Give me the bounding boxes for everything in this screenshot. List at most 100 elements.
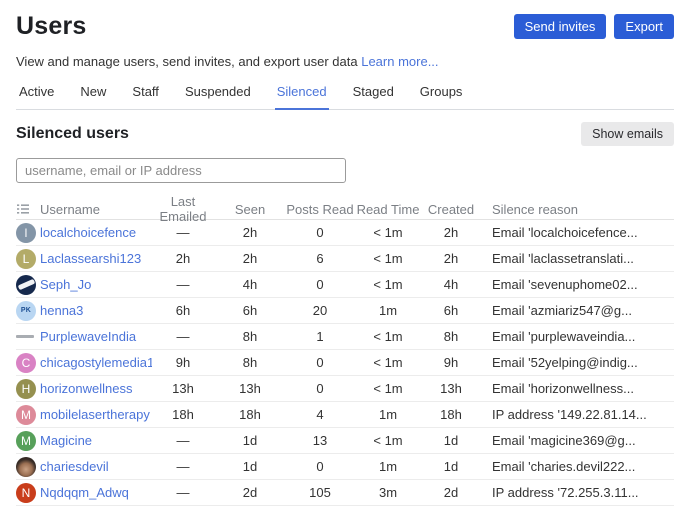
posts-read-cell: 105 [286, 485, 354, 500]
silence-reason-cell: Email 'azmiariz547@g... [480, 303, 674, 318]
table-row: Mmobilelasertherapy18h18h41m18hIP addres… [16, 402, 674, 428]
created-cell: 13h [422, 381, 480, 396]
tab-new[interactable]: New [78, 82, 108, 110]
table-row: Cchicagostylemedia19h8h0< 1m9hEmail '52y… [16, 350, 674, 376]
export-button[interactable]: Export [614, 14, 674, 39]
username-link[interactable]: chariesdevil [40, 459, 109, 474]
learn-more-link[interactable]: Learn more... [361, 54, 438, 69]
username-link[interactable]: Laclassearshi123 [40, 251, 141, 266]
created-cell: 2h [422, 251, 480, 266]
seen-cell: 2h [214, 251, 286, 266]
avatar-cell: H [16, 379, 40, 399]
username-link[interactable]: henna3 [40, 303, 83, 318]
description-text: View and manage users, send invites, and… [16, 54, 358, 69]
created-cell: 6h [422, 303, 480, 318]
posts-read-cell: 0 [286, 459, 354, 474]
silence-reason-cell: IP address '72.255.3.11... [480, 485, 674, 500]
read-time-cell: < 1m [354, 329, 422, 344]
last-emailed-cell: 13h [152, 381, 214, 396]
show-emails-button[interactable]: Show emails [581, 122, 674, 146]
user-avatar: N [16, 483, 36, 503]
users-admin-page: Users Send invites Export View and manag… [0, 0, 690, 506]
seen-cell: 4h [214, 277, 286, 292]
silence-reason-cell: Email 'purplewaveindia... [480, 329, 674, 344]
created-cell: 4h [422, 277, 480, 292]
list-icon [16, 202, 40, 216]
last-emailed-cell: — [152, 277, 214, 292]
silence-reason-cell: Email 'localchoicefence... [480, 225, 674, 240]
table-body: llocalchoicefence—2h0< 1m2hEmail 'localc… [16, 220, 674, 506]
send-invites-button[interactable]: Send invites [514, 14, 607, 39]
table-row: PKhenna36h6h201m6hEmail 'azmiariz547@g..… [16, 298, 674, 324]
created-cell: 1d [422, 459, 480, 474]
seen-cell: 6h [214, 303, 286, 318]
avatar-cell: M [16, 431, 40, 451]
table-row: llocalchoicefence—2h0< 1m2hEmail 'localc… [16, 220, 674, 246]
column-header-created[interactable]: Created [422, 202, 480, 217]
created-cell: 18h [422, 407, 480, 422]
username-link[interactable]: Seph_Jo [40, 277, 91, 292]
username-link[interactable]: horizonwellness [40, 381, 133, 396]
username-link[interactable]: PurplewaveIndia [40, 329, 136, 344]
username-cell: chariesdevil [40, 459, 152, 474]
posts-read-cell: 0 [286, 355, 354, 370]
read-time-cell: < 1m [354, 381, 422, 396]
username-link[interactable]: mobilelasertherapy [40, 407, 150, 422]
read-time-cell: < 1m [354, 433, 422, 448]
posts-read-cell: 0 [286, 277, 354, 292]
user-filter-input[interactable] [16, 158, 346, 183]
user-avatar: PK [16, 301, 36, 321]
posts-read-cell: 20 [286, 303, 354, 318]
read-time-cell: < 1m [354, 225, 422, 240]
read-time-cell: 1m [354, 459, 422, 474]
column-header-read-time[interactable]: Read Time [354, 202, 422, 217]
column-header-seen[interactable]: Seen [214, 202, 286, 217]
column-header-last-emailed[interactable]: Last Emailed [152, 194, 214, 224]
username-link[interactable]: chicagostylemedia1 [40, 355, 152, 370]
created-cell: 9h [422, 355, 480, 370]
user-avatar: M [16, 405, 36, 425]
avatar-cell: L [16, 249, 40, 269]
table-row: PurplewaveIndia—8h1< 1m8hEmail 'purplewa… [16, 324, 674, 350]
avatar-cell: N [16, 483, 40, 503]
username-link[interactable]: Magicine [40, 433, 92, 448]
silence-reason-cell: Email 'laclassetranslati... [480, 251, 674, 266]
avatar-cell [16, 275, 40, 295]
column-header-posts-read[interactable]: Posts Read [286, 202, 354, 217]
username-link[interactable]: localchoicefence [40, 225, 136, 240]
tab-staff[interactable]: Staff [130, 82, 161, 110]
avatar-cell: l [16, 223, 40, 243]
tab-suspended[interactable]: Suspended [183, 82, 253, 110]
tab-groups[interactable]: Groups [418, 82, 465, 110]
column-header-username[interactable]: Username [40, 202, 152, 217]
username-cell: chicagostylemedia1 [40, 355, 152, 370]
created-cell: 2h [422, 225, 480, 240]
seen-cell: 2h [214, 225, 286, 240]
tab-staged[interactable]: Staged [351, 82, 396, 110]
tab-active[interactable]: Active [17, 82, 56, 110]
last-emailed-cell: 9h [152, 355, 214, 370]
read-time-cell: 1m [354, 407, 422, 422]
header-buttons: Send invites Export [514, 12, 674, 39]
username-cell: PurplewaveIndia [40, 329, 152, 344]
column-header-silence-reason[interactable]: Silence reason [480, 202, 674, 217]
username-cell: horizonwellness [40, 381, 152, 396]
created-cell: 1d [422, 433, 480, 448]
avatar-cell: C [16, 353, 40, 373]
seen-cell: 18h [214, 407, 286, 422]
username-cell: localchoicefence [40, 225, 152, 240]
user-avatar: C [16, 353, 36, 373]
username-cell: mobilelasertherapy [40, 407, 152, 422]
read-time-cell: 1m [354, 303, 422, 318]
tab-silenced[interactable]: Silenced [275, 82, 329, 110]
seen-cell: 13h [214, 381, 286, 396]
last-emailed-cell: — [152, 329, 214, 344]
username-link[interactable]: Nqdqqm_Adwq [40, 485, 129, 500]
table-header-row: Username Last Emailed Seen Posts Read Re… [16, 199, 674, 220]
silence-reason-cell: Email 'horizonwellness... [480, 381, 674, 396]
seen-cell: 8h [214, 329, 286, 344]
avatar-cell [16, 335, 40, 338]
seen-cell: 1d [214, 459, 286, 474]
user-type-tabs: Active New Staff Suspended Silenced Staged Gro… [16, 82, 674, 110]
posts-read-cell: 0 [286, 381, 354, 396]
